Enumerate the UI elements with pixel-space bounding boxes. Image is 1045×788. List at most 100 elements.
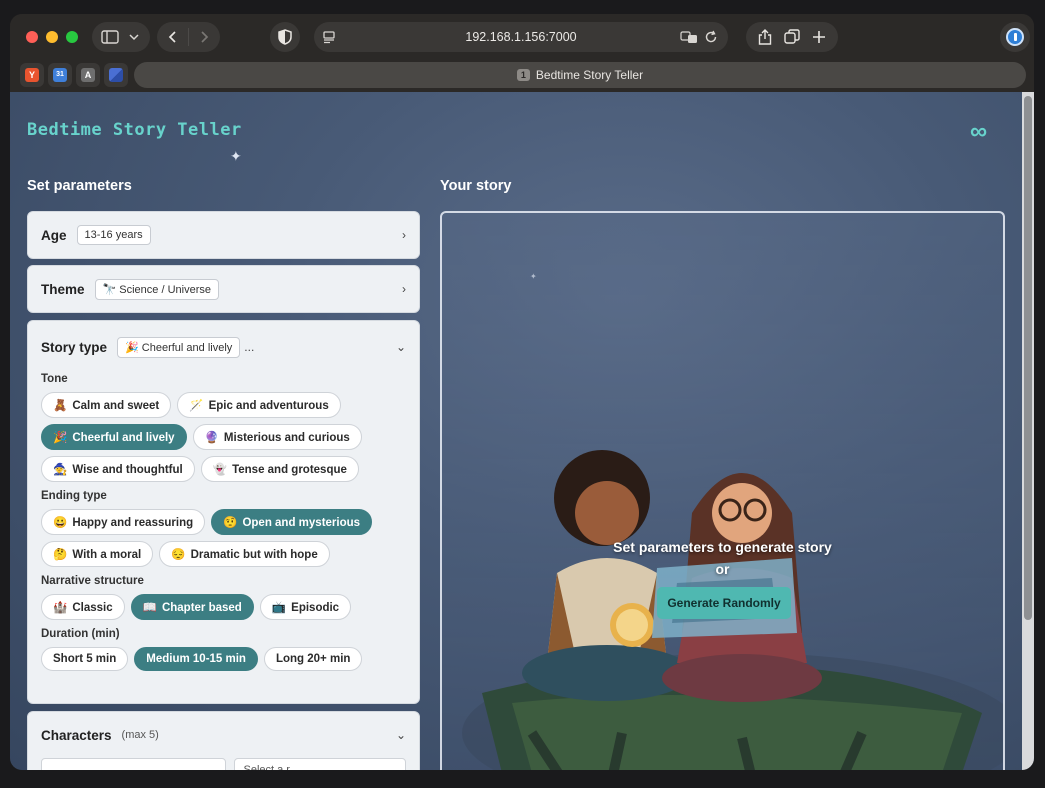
story-type-header[interactable]: Story type 🎉 Cheerful and lively ... ⌄ — [28, 321, 419, 373]
ending-chip[interactable]: 😔 Dramatic but with hope — [159, 541, 330, 567]
tone-chip[interactable]: 🧙 Wise and thoughtful — [41, 456, 195, 482]
characters-header[interactable]: Characters (max 5) ⌄ — [28, 712, 419, 758]
chip-emoji-icon: 🧙 — [53, 464, 68, 476]
browser-window: 192.168.1.156:7000 Y 31 A 1 Bedtime Stor… — [10, 14, 1034, 770]
chip-emoji-icon: 🤔 — [53, 549, 68, 561]
back-icon[interactable] — [166, 30, 180, 44]
chip-emoji-icon: 😀 — [53, 517, 68, 529]
ending-chip[interactable]: 🤨 Open and mysterious — [211, 509, 373, 535]
tab-title: Bedtime Story Teller — [535, 68, 644, 82]
close-window-button[interactable] — [26, 31, 38, 43]
characters-card: Characters (max 5) ⌄ Select a r... — [27, 711, 420, 770]
theme-label: Theme — [41, 281, 85, 297]
page-scrollbar[interactable] — [1022, 92, 1034, 770]
favorite-grid-icon[interactable] — [104, 63, 128, 87]
chip-emoji-icon: 🪄 — [189, 400, 204, 412]
story-type-card: Story type 🎉 Cheerful and lively ... ⌄ T… — [27, 320, 420, 704]
tab-number-badge: 1 — [516, 69, 530, 81]
story-area: Set parameters to generate story or Gene… — [440, 211, 1005, 770]
story-type-label: Story type — [41, 339, 108, 355]
tone-chips: 🧸 Calm and sweet 🪄 Epic and adventurous 🎉 Che… — [28, 392, 421, 482]
story-placeholder-message: Set parameters to generate story — [613, 539, 832, 555]
favorite-grid-letter — [109, 68, 123, 82]
chevron-down-icon: ⌄ — [395, 340, 406, 354]
favorite-y-icon[interactable]: Y — [20, 63, 44, 87]
duration-label: Duration (min) — [41, 628, 120, 640]
tab-bedtime-story-teller[interactable]: 1 Bedtime Story Teller — [134, 62, 1026, 88]
tone-chip[interactable]: 👻 Tense and grotesque — [200, 456, 359, 482]
character-role-select[interactable]: Select a r... — [234, 758, 406, 770]
chip-label: Episodic — [291, 602, 340, 614]
favorite-a-icon[interactable]: A — [76, 63, 100, 87]
generate-randomly-button[interactable]: Generate Randomly — [657, 587, 791, 619]
chip-emoji-icon: 😔 — [171, 549, 186, 561]
shield-icon — [278, 29, 292, 45]
duration-chips: Short 5 min Medium 10-15 min Long 20+ min — [28, 647, 421, 671]
password-manager-button[interactable] — [1000, 22, 1030, 52]
chip-label: Short 5 min — [53, 653, 117, 665]
chip-emoji-icon: 🧸 — [53, 400, 68, 412]
share-icon[interactable] — [758, 29, 772, 45]
age-card[interactable]: Age 13-16 years › — [27, 211, 420, 259]
narrative-structure-label: Narrative structure — [41, 575, 144, 587]
chip-label: Calm and sweet — [72, 400, 160, 412]
duration-chip[interactable]: Short 5 min — [41, 647, 129, 671]
tone-chip[interactable]: 🧸 Calm and sweet — [41, 392, 172, 418]
chip-label: Open and mysterious — [242, 517, 361, 529]
chip-label: Misterious and curious — [223, 432, 350, 444]
ending-type-label: Ending type — [41, 490, 107, 502]
zoom-window-button[interactable] — [66, 31, 78, 43]
tabs-overview-icon[interactable] — [784, 29, 800, 45]
age-value-tag: 13-16 years — [76, 225, 151, 245]
ending-chip[interactable]: 🤔 With a moral — [41, 541, 154, 567]
translate-icon[interactable] — [680, 30, 698, 44]
infinity-icon[interactable]: ∞ — [970, 118, 987, 146]
duration-chip[interactable]: Long 20+ min — [263, 647, 363, 671]
narrative-structure-chips: 🏰 Classic 📖 Chapter based 📺 Episodic — [28, 594, 421, 620]
chip-emoji-icon: 🏰 — [53, 602, 68, 614]
reload-icon[interactable] — [704, 30, 718, 44]
minimize-window-button[interactable] — [46, 31, 58, 43]
forward-icon[interactable] — [197, 30, 211, 44]
browser-toolbar: 192.168.1.156:7000 — [10, 14, 1034, 58]
chip-label: Classic — [72, 602, 113, 614]
favorite-a-letter: A — [81, 68, 95, 82]
password-manager-icon — [1006, 28, 1024, 46]
narrative-chip[interactable]: 📖 Chapter based — [130, 594, 254, 620]
app-title: Bedtime Story Teller — [27, 120, 242, 140]
chip-label: Happy and reassuring — [72, 517, 194, 529]
chip-emoji-icon: 🤨 — [223, 517, 238, 529]
character-name-input[interactable] — [41, 758, 227, 770]
chip-emoji-icon: 👻 — [212, 464, 228, 476]
set-parameters-heading: Set parameters — [27, 178, 132, 194]
tone-chip[interactable]: 🎉 Cheerful and lively — [41, 424, 187, 450]
chip-label: Dramatic but with hope — [190, 549, 318, 561]
privacy-shield-button[interactable] — [270, 22, 300, 52]
chip-label: With a moral — [72, 549, 142, 561]
your-story-heading: Your story — [440, 178, 512, 194]
theme-card[interactable]: Theme 🔭 Science / Universe › — [27, 265, 420, 313]
story-type-ellipsis: ... — [244, 340, 255, 354]
sidebar-toggle-button[interactable] — [92, 22, 150, 52]
tone-chip[interactable]: 🪄 Epic and adventurous — [177, 392, 341, 418]
address-bar[interactable]: 192.168.1.156:7000 — [314, 22, 728, 52]
scrollbar-thumb[interactable] — [1024, 96, 1032, 620]
narrative-chip[interactable]: 🏰 Classic — [41, 594, 125, 620]
chip-label: Tense and grotesque — [232, 464, 347, 476]
sparkle-icon: ✦ — [230, 148, 242, 164]
favorite-calendar-letter: 31 — [53, 68, 67, 82]
chip-label: Cheerful and lively — [72, 432, 175, 444]
chip-emoji-icon: 📖 — [142, 602, 157, 614]
favorite-calendar-icon[interactable]: 31 — [48, 63, 72, 87]
ending-type-chips: 😀 Happy and reassuring 🤨 Open and mysteriou… — [28, 509, 421, 567]
ending-chip[interactable]: 😀 Happy and reassuring — [41, 509, 206, 535]
narrative-chip[interactable]: 📺 Episodic — [259, 594, 352, 620]
url-text: 192.168.1.156:7000 — [465, 30, 577, 44]
story-type-value-tag: 🎉 Cheerful and lively — [117, 336, 241, 358]
tone-chip[interactable]: 🔮 Misterious and curious — [192, 424, 362, 450]
new-tab-icon[interactable] — [812, 30, 826, 44]
page-content: ✦ ✦ Bedtime Story Teller ∞ Set parameter… — [10, 92, 1034, 770]
duration-chip[interactable]: Medium 10-15 min — [134, 647, 258, 671]
chip-emoji-icon: 📺 — [271, 602, 287, 614]
chip-label: Epic and adventurous — [208, 400, 329, 412]
